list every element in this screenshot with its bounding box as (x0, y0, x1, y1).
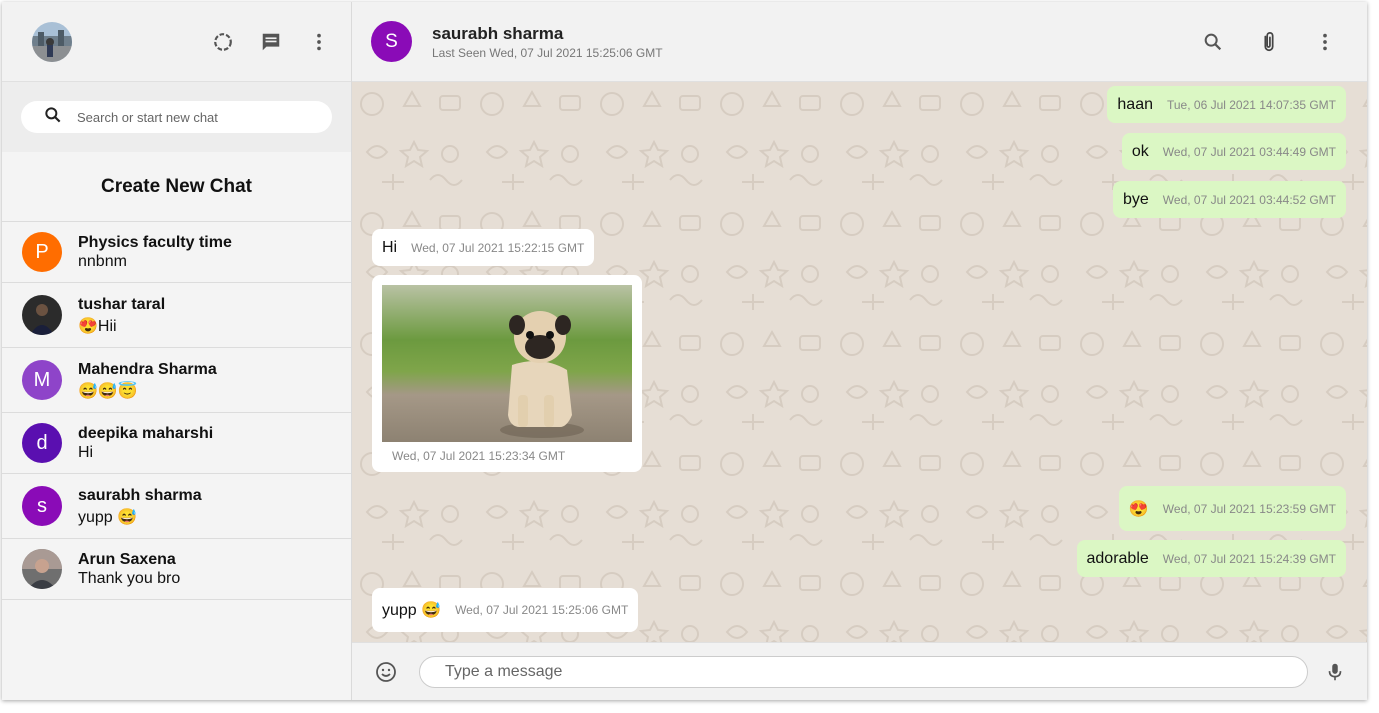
message-bubble-received[interactable]: Hi Wed, 07 Jul 2021 15:22:15 GMT (372, 229, 595, 266)
message-timestamp: Wed, 07 Jul 2021 03:44:49 GMT (1162, 144, 1336, 159)
chat-last-message: yupp 😅 (78, 508, 138, 526)
message-composer (352, 642, 1367, 700)
message-bubble-sent[interactable]: adorable Wed, 07 Jul 2021 15:24:39 GMT (1076, 540, 1346, 577)
message-timestamp: Wed, 07 Jul 2021 15:24:39 GMT (1162, 551, 1336, 566)
chat-name: deepika maharshi (78, 425, 214, 442)
chat-panel: S saurabh sharma Last Seen Wed, 07 Jul 2… (352, 2, 1367, 700)
chat-name: Physics faculty time (78, 234, 232, 251)
more-vert-icon[interactable] (1313, 30, 1337, 54)
emoji-icon[interactable] (374, 660, 398, 684)
more-vert-icon[interactable] (307, 30, 331, 54)
message-text: bye (1122, 190, 1149, 208)
avatar: P (22, 232, 62, 272)
chat-list-item[interactable]: M Mahendra Sharma 😅😅😇 (2, 348, 351, 413)
chat-name: saurabh sharma (78, 486, 202, 504)
sidebar: Create New Chat P Physics faculty time n… (2, 2, 352, 700)
message-text: adorable (1086, 549, 1149, 567)
chat-list-item[interactable]: tushar taral 😍Hii (2, 283, 351, 348)
chat-header: S saurabh sharma Last Seen Wed, 07 Jul 2… (352, 2, 1367, 82)
message-bubble-received[interactable]: yupp 😅 Wed, 07 Jul 2021 15:25:06 GMT (372, 588, 639, 632)
message-text: haan (1117, 95, 1153, 113)
chat-list-item[interactable]: Arun Saxena Thank you bro (2, 539, 351, 600)
message-area[interactable]: haan Tue, 06 Jul 2021 14:07:35 GMT ok We… (352, 82, 1367, 642)
chat-list-item[interactable]: P Physics faculty time nnbnm (2, 222, 351, 283)
new-chat-icon[interactable] (259, 30, 283, 54)
message-timestamp: Tue, 06 Jul 2021 14:07:35 GMT (1167, 97, 1336, 112)
chat-name: tushar taral (78, 295, 166, 313)
chat-name: Arun Saxena (78, 551, 176, 568)
image-message-received[interactable]: Wed, 07 Jul 2021 15:23:34 GMT (372, 275, 642, 472)
contact-name: saurabh sharma (432, 23, 564, 43)
message-timestamp: Wed, 07 Jul 2021 15:23:59 GMT (1162, 501, 1336, 516)
search-input[interactable] (75, 108, 319, 126)
chat-last-message: Hi (78, 444, 94, 461)
attach-icon[interactable] (1257, 30, 1281, 54)
avatar: s (22, 486, 62, 526)
last-seen-status: Last Seen Wed, 07 Jul 2021 15:25:06 GMT (432, 45, 663, 60)
message-bubble-sent[interactable]: 😍 Wed, 07 Jul 2021 15:23:59 GMT (1118, 486, 1346, 531)
message-text: 😍 (1128, 500, 1149, 518)
message-input[interactable] (419, 655, 1308, 688)
avatar: M (22, 360, 62, 400)
create-new-chat-button[interactable]: Create New Chat (2, 152, 351, 222)
message-text: ok (1131, 142, 1149, 160)
message-bubble-sent[interactable]: bye Wed, 07 Jul 2021 03:44:52 GMT (1112, 181, 1346, 218)
message-text: Hi (382, 238, 398, 256)
mic-icon[interactable] (1323, 660, 1347, 684)
contact-avatar[interactable]: S (371, 21, 412, 62)
chat-last-message: 😍Hii (78, 317, 117, 335)
sidebar-actions (211, 30, 331, 54)
avatar (22, 549, 62, 589)
search-bar (2, 82, 351, 152)
message-bubble-sent[interactable]: haan Tue, 06 Jul 2021 14:07:35 GMT (1107, 86, 1346, 123)
chat-header-actions (1201, 30, 1337, 54)
search-icon (43, 105, 63, 130)
chat-last-message: nnbnm (78, 253, 127, 270)
avatar (22, 295, 62, 335)
user-avatar[interactable] (32, 21, 72, 62)
message-timestamp: Wed, 07 Jul 2021 15:25:06 GMT (455, 603, 629, 617)
chat-name: Mahendra Sharma (78, 360, 217, 378)
message-timestamp: Wed, 07 Jul 2021 15:23:34 GMT (392, 449, 566, 463)
search-icon[interactable] (1201, 30, 1225, 54)
search-box (21, 101, 332, 133)
message-timestamp: Wed, 07 Jul 2021 03:44:52 GMT (1162, 192, 1336, 207)
whatsapp-clone-window: Create New Chat P Physics faculty time n… (2, 2, 1367, 700)
chat-last-message: Thank you bro (78, 570, 181, 587)
message-text: yupp 😅 (382, 602, 442, 619)
chat-last-message: 😅😅😇 (78, 382, 138, 400)
chat-list-item[interactable]: d deepika maharshi Hi (2, 413, 351, 474)
message-timestamp: Wed, 07 Jul 2021 15:22:15 GMT (411, 240, 585, 255)
avatar: d (22, 423, 62, 463)
status-icon[interactable] (211, 30, 235, 54)
pug-photo[interactable] (382, 285, 632, 442)
chat-list-item[interactable]: s saurabh sharma yupp 😅 (2, 474, 351, 539)
message-bubble-sent[interactable]: ok Wed, 07 Jul 2021 03:44:49 GMT (1121, 133, 1346, 170)
sidebar-header (2, 2, 351, 82)
